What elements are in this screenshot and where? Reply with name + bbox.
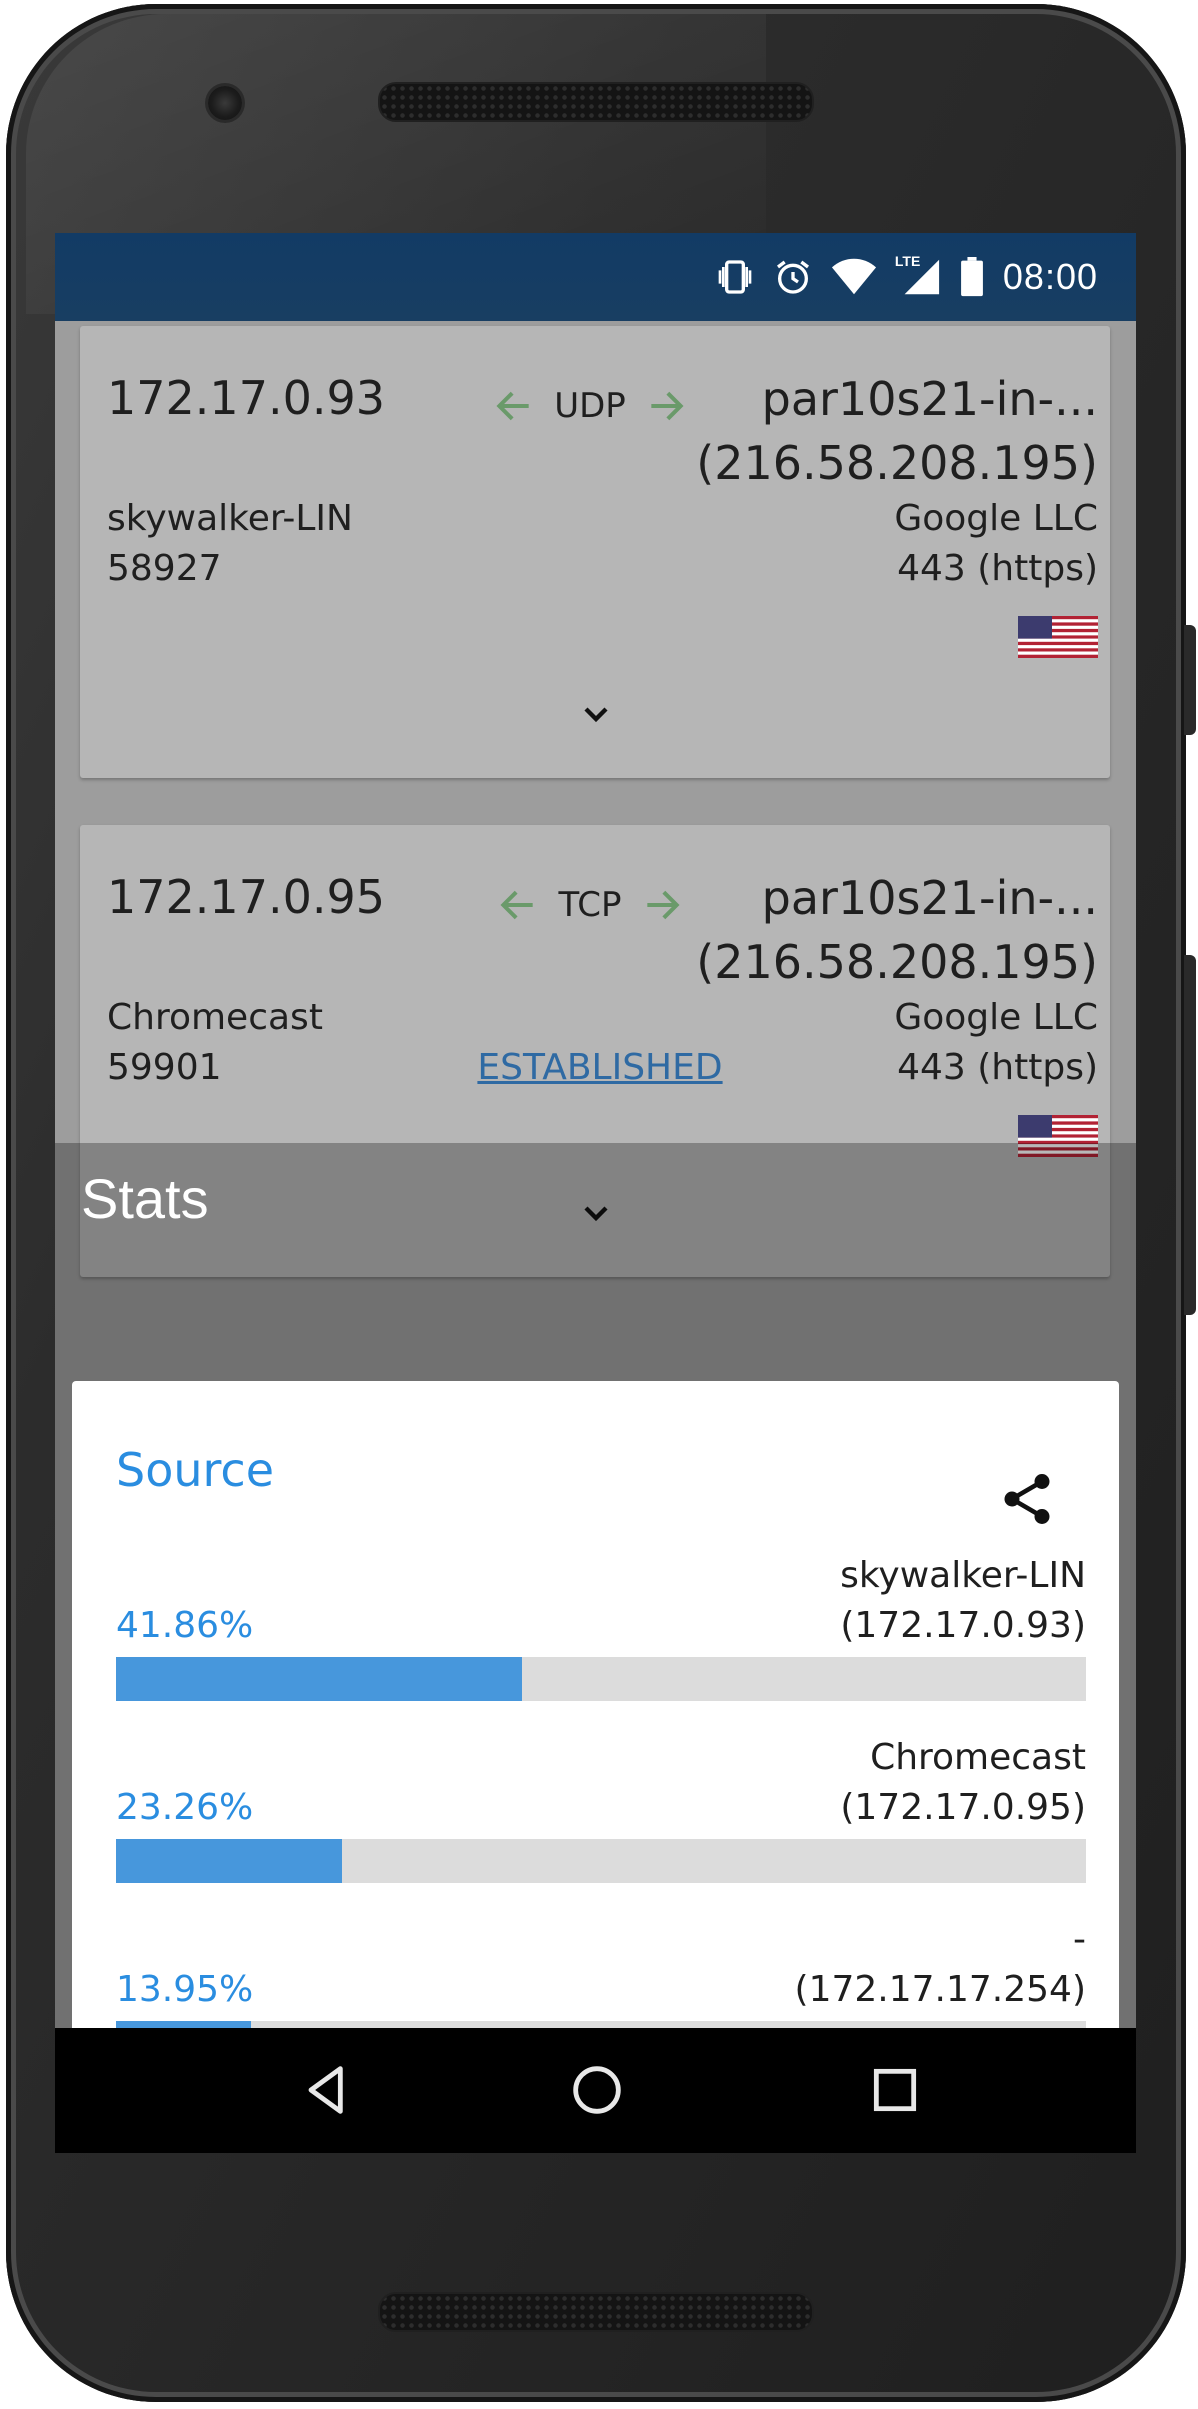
wifi-icon bbox=[831, 258, 876, 295]
stat-ip: (172.17.0.93) bbox=[840, 1605, 1086, 1646]
us-flag-icon bbox=[1018, 616, 1098, 658]
dest-hostname: par10s21-in-... bbox=[761, 372, 1098, 426]
protocol-label: TCP bbox=[558, 885, 622, 925]
source-ip: 172.17.0.95 bbox=[107, 870, 385, 924]
home-icon[interactable] bbox=[565, 2058, 629, 2122]
alarm-icon bbox=[776, 260, 809, 294]
nav-bar bbox=[55, 2028, 1136, 2153]
status-bar: LTE 08:00 bbox=[55, 233, 1136, 321]
source-ip: 172.17.0.93 bbox=[107, 371, 385, 425]
arrow-right-icon bbox=[651, 391, 684, 421]
status-time: 08:00 bbox=[1002, 256, 1098, 297]
dest-ip: (216.58.208.195) bbox=[696, 935, 1098, 989]
screen: LTE 08:00 172.17.0.93 UDP par10s21-in-.. bbox=[55, 233, 1136, 2153]
battery-icon bbox=[960, 257, 983, 297]
volume-button bbox=[1184, 955, 1196, 1315]
back-icon[interactable] bbox=[295, 2058, 359, 2122]
connection-list: 172.17.0.93 UDP par10s21-in-... (216.58.… bbox=[55, 321, 1136, 2153]
lte-signal-icon: LTE bbox=[895, 253, 941, 297]
bottom-speaker bbox=[378, 2292, 814, 2332]
stat-item[interactable]: skywalker-LIN (172.17.0.93) 41.86% bbox=[116, 1555, 1086, 1705]
dest-port: 443 (https) bbox=[897, 1047, 1098, 1088]
stat-host: Chromecast bbox=[870, 1737, 1086, 1778]
arrow-right-icon bbox=[646, 890, 680, 920]
source-host: Chromecast bbox=[107, 997, 323, 1038]
connection-state-link[interactable]: ESTABLISHED bbox=[460, 1047, 740, 1088]
recents-icon[interactable] bbox=[863, 2058, 927, 2122]
stat-bar-track bbox=[116, 1839, 1086, 1883]
vibrate-icon bbox=[718, 260, 752, 294]
sheet-title: Source bbox=[116, 1443, 274, 1497]
stat-host: - bbox=[1073, 1919, 1086, 1960]
front-camera bbox=[208, 86, 242, 120]
lte-label: LTE bbox=[894, 253, 921, 269]
stats-title: Stats bbox=[81, 1167, 209, 1230]
stat-percent: 41.86% bbox=[116, 1605, 254, 1646]
stat-host: skywalker-LIN bbox=[840, 1555, 1086, 1596]
share-icon[interactable] bbox=[997, 1469, 1057, 1529]
stat-item[interactable]: Chromecast (172.17.0.95) 23.26% bbox=[116, 1737, 1086, 1887]
dest-ip: (216.58.208.195) bbox=[696, 436, 1098, 490]
stat-bar-fill bbox=[116, 1657, 523, 1701]
source-port: 59901 bbox=[107, 1047, 222, 1088]
stat-bar-track bbox=[116, 1657, 1086, 1701]
dest-hostname: par10s21-in-... bbox=[761, 871, 1098, 925]
connection-card[interactable]: 172.17.0.93 UDP par10s21-in-... (216.58.… bbox=[80, 326, 1110, 778]
status-icons: LTE 08:00 bbox=[715, 233, 1098, 321]
dest-org: Google LLC bbox=[894, 997, 1098, 1038]
source-host: skywalker-LIN bbox=[107, 498, 353, 539]
stat-ip: (172.17.0.95) bbox=[840, 1787, 1086, 1828]
dest-org: Google LLC bbox=[894, 498, 1098, 539]
expand-chevron-icon[interactable] bbox=[576, 694, 616, 734]
stat-bar-fill bbox=[116, 1839, 342, 1883]
arrow-left-icon bbox=[496, 391, 529, 421]
arrow-left-icon bbox=[500, 890, 534, 920]
protocol-label: UDP bbox=[554, 386, 626, 426]
power-button bbox=[1184, 625, 1196, 735]
stat-percent: 13.95% bbox=[116, 1969, 254, 2010]
stat-percent: 23.26% bbox=[116, 1787, 254, 1828]
protocol-indicator: TCP bbox=[480, 883, 700, 927]
earpiece-speaker bbox=[378, 82, 814, 122]
source-port: 58927 bbox=[107, 548, 222, 589]
dest-port: 443 (https) bbox=[897, 548, 1098, 589]
stat-ip: (172.17.17.254) bbox=[794, 1969, 1086, 2010]
protocol-indicator: UDP bbox=[480, 384, 700, 428]
